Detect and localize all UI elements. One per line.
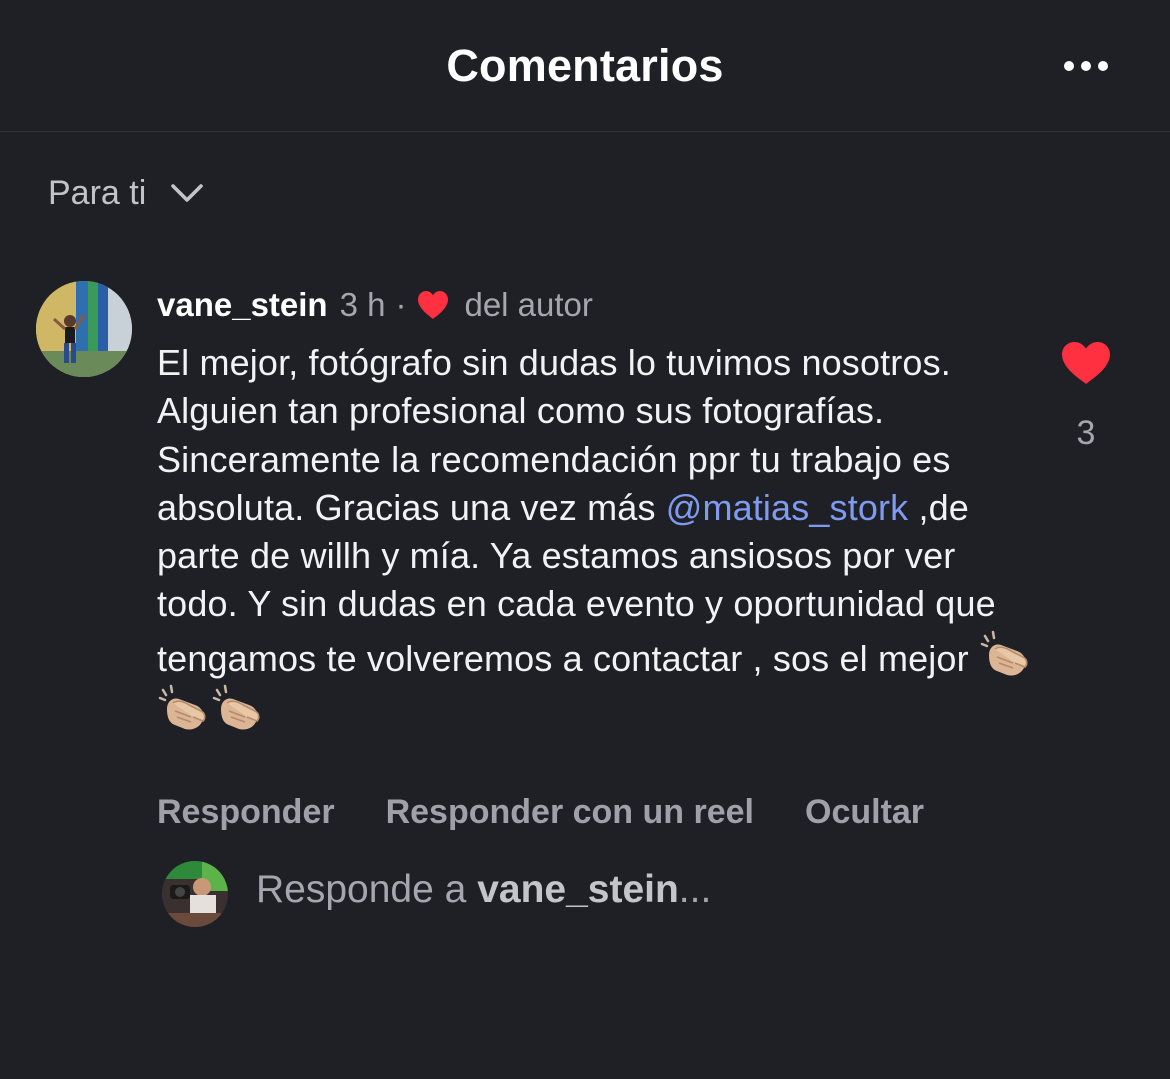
sort-filter-label: Para ti xyxy=(48,173,147,212)
avatar-photo xyxy=(36,281,132,377)
reply-input-prefix: Responde a xyxy=(256,868,467,911)
comment-like-button[interactable] xyxy=(1060,340,1112,386)
comments-screen: Comentarios Para ti vane_stein 3 h · del… xyxy=(0,0,1170,1079)
reply-input[interactable]: Responde a vane_stein... xyxy=(256,868,1056,920)
comment-text: El mejor, fotógrafo sin dudas lo tuvimos… xyxy=(157,339,1037,737)
more-options-button[interactable] xyxy=(1056,46,1116,86)
current-user-avatar xyxy=(162,861,228,927)
clapping-hands-icon xyxy=(980,630,1028,676)
hide-comment-button[interactable]: Ocultar xyxy=(805,793,924,832)
clapping-hands-icon xyxy=(158,684,206,730)
comment-timestamp: 3 h xyxy=(339,286,386,323)
avatar-photo xyxy=(162,861,228,927)
chevron-down-icon xyxy=(171,184,204,202)
heart-filled-icon xyxy=(1062,342,1110,384)
author-liked-heart-icon xyxy=(418,291,449,319)
sort-filter-dropdown[interactable]: Para ti xyxy=(48,170,204,216)
reply-input-username: vane_stein xyxy=(477,868,679,911)
comment-username[interactable]: vane_stein xyxy=(157,286,328,324)
like-count: 3 xyxy=(1076,414,1096,452)
mention-link[interactable]: @matias_stork xyxy=(666,487,909,528)
author-like-label: del autor xyxy=(464,286,593,323)
clapping-hands-icon xyxy=(212,684,260,730)
page-title: Comentarios xyxy=(446,40,724,91)
comment-actions: Responder Responder con un reel Ocultar xyxy=(157,793,924,832)
comment: vane_stein 3 h · del autor El mejor, fot… xyxy=(157,282,1037,737)
reply-input-suffix: ... xyxy=(678,868,712,911)
commenter-avatar[interactable] xyxy=(36,281,132,377)
more-horizontal-icon xyxy=(1064,61,1108,71)
reply-button[interactable]: Responder xyxy=(157,793,335,832)
meta-separator: · xyxy=(395,286,407,323)
header: Comentarios xyxy=(0,0,1170,132)
reply-with-reel-button[interactable]: Responder con un reel xyxy=(386,793,754,832)
comment-meta: vane_stein 3 h · del autor xyxy=(157,282,1037,328)
